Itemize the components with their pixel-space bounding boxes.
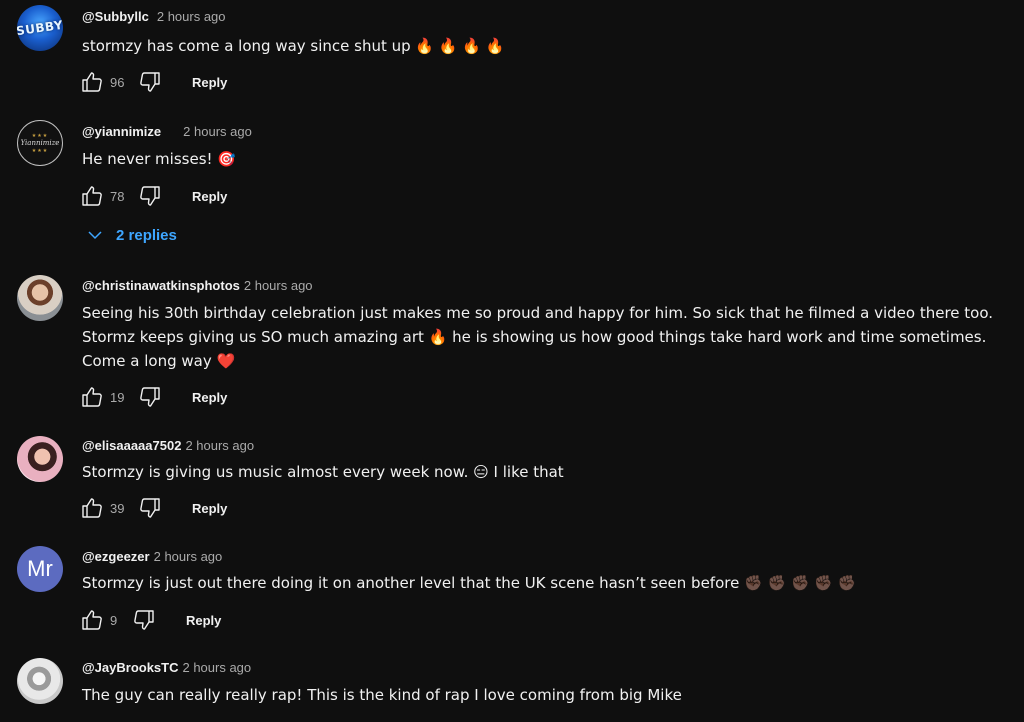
thumbs-up-icon [80,496,104,520]
dislike-button[interactable] [138,184,162,208]
comment-author[interactable]: @christinawatkinsphotos [82,278,240,293]
comment-author[interactable]: @JayBrooksTC [82,660,178,675]
comment-header: @ezgeezer 2 hours ago [82,549,222,564]
comment-actions: 19 Reply [80,385,227,409]
comment-text: stormzy has come a long way since shut u… [82,37,505,55]
comment-header: @JayBrooksTC 2 hours ago [82,660,251,675]
dislike-button[interactable] [138,385,162,409]
comment-text: The guy can really really rap! This is t… [82,686,682,704]
avatar[interactable]: Mr [17,546,63,592]
comment-actions: 39 Reply [80,496,227,520]
avatar-stars-icon: ★★★ [31,147,49,154]
thumbs-down-icon [138,70,162,94]
comment-text: Seeing his 30th birthday celebration jus… [82,301,1017,373]
avatar[interactable]: ★★★ Yiannimize ★★★ [17,120,63,166]
like-button[interactable] [80,184,104,208]
comment-time[interactable]: 2 hours ago [183,124,252,139]
comment-author[interactable]: @Subbyllc [82,9,149,24]
avatar[interactable] [17,436,63,482]
heart-emoji: ❤️ [216,352,236,370]
comment-actions: 9 Reply [80,608,221,632]
reply-button[interactable]: Reply [192,501,227,516]
view-replies-button[interactable]: 2 replies [86,226,177,244]
reply-button[interactable]: Reply [192,75,227,90]
like-button[interactable] [80,496,104,520]
comment-time[interactable]: 2 hours ago [154,549,223,564]
comment-author[interactable]: @ezgeezer [82,549,150,564]
comment-actions: 78 Reply [80,184,227,208]
like-button[interactable] [80,70,104,94]
avatar-initials: Mr [27,556,53,581]
reply-button[interactable]: Reply [192,390,227,405]
comment-header: @yiannimize 2 hours ago [82,124,252,139]
like-count: 9 [110,612,118,628]
dislike-button[interactable] [138,496,162,520]
like-button[interactable] [80,385,104,409]
like-button[interactable] [80,608,104,632]
thumbs-down-icon [138,184,162,208]
thumbs-down-icon [138,496,162,520]
like-count: 19 [110,389,125,405]
dislike-button[interactable] [132,608,156,632]
comment-time[interactable]: 2 hours ago [244,278,313,293]
thumbs-up-icon [80,608,104,632]
thumbs-up-icon [80,70,104,94]
comment-author[interactable]: @elisaaaaa7502 [82,438,181,453]
avatar[interactable] [17,275,63,321]
thumbs-down-icon [132,608,156,632]
comment-time[interactable]: 2 hours ago [182,660,251,675]
comment-header: @elisaaaaa7502 2 hours ago [82,438,254,453]
comment-text: Stormzy is just out there doing it on an… [82,574,857,592]
like-count: 39 [110,500,125,516]
comment-text: He never misses! 🎯 [82,150,236,168]
comment-author[interactable]: @yiannimize [82,124,161,139]
comment-time[interactable]: 2 hours ago [185,438,254,453]
comment-actions: 96 Reply [80,70,227,94]
reply-button[interactable]: Reply [186,613,221,628]
comment-time[interactable]: 2 hours ago [157,9,226,24]
chevron-down-icon [88,231,102,240]
replies-count: 2 replies [116,226,177,244]
thumbs-up-icon [80,385,104,409]
comment-header: @Subbyllc 2 hours ago [82,9,226,24]
dislike-button[interactable] [138,70,162,94]
avatar[interactable] [17,658,63,704]
reply-button[interactable]: Reply [192,189,227,204]
comment-header: @christinawatkinsphotos 2 hours ago [82,278,313,293]
like-count: 96 [110,74,125,90]
fire-emoji: 🔥 [428,328,448,346]
thumbs-down-icon [138,385,162,409]
comment-text: Stormzy is giving us music almost every … [82,463,564,481]
avatar[interactable]: SUBBY [17,5,63,51]
thumbs-up-icon [80,184,104,208]
like-count: 78 [110,188,125,204]
avatar-text: Yiannimize [20,138,60,147]
avatar-text: SUBBY [17,17,63,39]
